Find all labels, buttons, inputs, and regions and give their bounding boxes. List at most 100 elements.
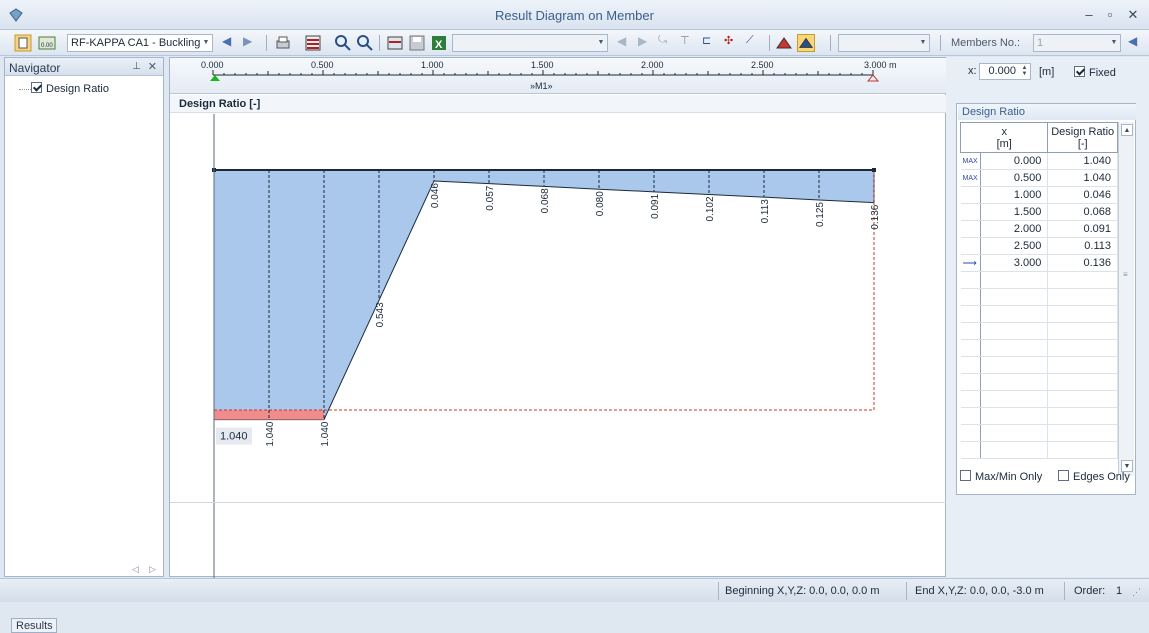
chevron-down-icon: ▼: [919, 39, 927, 46]
zoom-in-icon[interactable]: [334, 34, 352, 52]
case-combo-value: RF-KAPPA CA1 - Buckling: [71, 37, 201, 49]
col-ratio-unit: [-]: [1077, 137, 1088, 150]
pin-icon[interactable]: ⊥: [132, 61, 141, 72]
member-prev-icon[interactable]: ◀: [1128, 34, 1146, 52]
status-bar: Beginning X,Y,Z: 0.0, 0.0, 0.0 m End X,Y…: [0, 578, 1149, 602]
resize-grip-icon[interactable]: ⋰: [1132, 587, 1141, 598]
status-end: End X,Y,Z: 0.0, 0.0, -3.0 m: [915, 585, 1044, 597]
node-icon[interactable]: ✣: [724, 34, 742, 52]
maxmin-only-toggle[interactable]: Max/Min Only: [960, 470, 1042, 483]
line-icon[interactable]: ⟋: [746, 34, 764, 52]
maximize-icon[interactable]: ▫: [1101, 7, 1119, 23]
table-row[interactable]: [960, 356, 1118, 374]
fixed-toggle[interactable]: Fixed: [1074, 66, 1116, 79]
nav-scroll-left-icon[interactable]: ◁: [132, 564, 139, 575]
zoom-out-icon[interactable]: [356, 34, 374, 52]
table-row[interactable]: MAX 0.500 1.040: [960, 169, 1118, 187]
table-row[interactable]: [960, 339, 1118, 357]
results-mode-icon[interactable]: [797, 34, 815, 52]
cell-ratio: [1047, 407, 1118, 425]
values-table-icon[interactable]: 0.00: [38, 34, 56, 52]
value-label: 0.136: [870, 204, 881, 229]
close-panel-icon[interactable]: ✕: [148, 60, 157, 73]
design-ratio-checkbox[interactable]: [31, 82, 42, 93]
fixed-checkbox[interactable]: [1074, 66, 1085, 77]
table-row[interactable]: 2.000 0.091: [960, 220, 1118, 238]
table-row[interactable]: [960, 288, 1118, 306]
cell-x: 2.000: [980, 220, 1049, 238]
x-unit: [m]: [1039, 66, 1055, 78]
rotate-icon[interactable]: ⤿: [658, 34, 676, 52]
table-row[interactable]: 2.500 0.113: [960, 237, 1118, 255]
tab-results[interactable]: Results: [11, 618, 57, 633]
table-row[interactable]: [960, 373, 1118, 391]
ruler-label-6: 3.000 m: [864, 60, 897, 70]
cell-ratio: [1047, 322, 1118, 340]
smooth-icon[interactable]: [775, 34, 793, 52]
previous-case-icon[interactable]: ◀: [222, 34, 240, 52]
status-order-label: Order:: [1074, 585, 1106, 597]
chevron-down-icon: ▼: [202, 39, 210, 46]
members-value: 1: [1037, 37, 1044, 49]
row-marker: [960, 390, 981, 408]
spinner-icon[interactable]: ▲ ▼: [1020, 65, 1029, 78]
navigator-item-design-ratio[interactable]: Design Ratio: [31, 82, 109, 95]
next-item-icon[interactable]: ▶: [638, 34, 656, 52]
ruler-label-5: 2.500: [751, 60, 774, 70]
results-table-title: Design Ratio: [958, 104, 1136, 120]
table-row[interactable]: 1.500 0.068: [960, 203, 1118, 221]
member-results-icon[interactable]: [386, 34, 404, 52]
support-icon[interactable]: ⊤: [680, 34, 698, 52]
cell-x: 3.000: [980, 254, 1049, 272]
navigator-header: Navigator ⊥ ✕: [5, 58, 163, 76]
close-icon[interactable]: ✕: [1124, 7, 1142, 23]
design-ratio-table-box: Design Ratio x [m] Design Ratio [-] MAX 0.0…: [956, 103, 1136, 495]
end-marker-icon: [866, 74, 880, 82]
navigator-toggle-icon[interactable]: [14, 34, 32, 52]
x-position-input[interactable]: 0.000 ▲ ▼: [979, 63, 1031, 80]
window-title: Result Diagram on Member: [495, 8, 654, 23]
table-scrollbar[interactable]: ▲ ≡ ▼: [1118, 122, 1134, 476]
cell-x: 0.000: [980, 152, 1049, 170]
table-row[interactable]: [960, 424, 1118, 442]
display-options-icon[interactable]: [304, 34, 322, 52]
table-row[interactable]: 1.000 0.046: [960, 186, 1118, 204]
cell-x: [980, 288, 1049, 306]
value-label: 0.057: [485, 185, 496, 210]
member-ruler[interactable]: 0.000 0.500 1.000 1.500 2.000 2.500 3.00…: [170, 58, 947, 94]
filter-combo[interactable]: ▼: [452, 34, 608, 52]
results-panel: x: 0.000 ▲ ▼ [m] Fixed Design Ratio x [m] …: [946, 57, 1149, 577]
edges-checkbox[interactable]: [1058, 470, 1069, 481]
edges-only-toggle[interactable]: Edges Only: [1058, 470, 1130, 483]
table-row[interactable]: [960, 305, 1118, 323]
members-combo[interactable]: 1 ▼: [1033, 34, 1121, 52]
scroll-up-icon[interactable]: ▲: [1121, 124, 1133, 136]
next-case-icon[interactable]: ▶: [243, 34, 261, 52]
design-ratio-diagram[interactable]: 1.040 1.040 0.543 0.046 0.057 0.068 0.080 0.091…: [170, 114, 947, 578]
minimize-icon[interactable]: –: [1080, 7, 1098, 23]
nav-scroll-right-icon[interactable]: ▷: [149, 564, 156, 575]
table-row[interactable]: [960, 407, 1118, 425]
maxmin-checkbox[interactable]: [960, 470, 971, 481]
excel-export-icon[interactable]: X: [430, 34, 448, 52]
previous-item-icon[interactable]: ◀: [617, 34, 635, 52]
print-icon[interactable]: [274, 34, 292, 52]
table-row[interactable]: [960, 322, 1118, 340]
row-marker: [960, 441, 981, 459]
cell-ratio: 0.091: [1047, 220, 1118, 238]
table-row[interactable]: ⟶ 3.000 0.136: [960, 254, 1118, 272]
table-row[interactable]: [960, 441, 1118, 459]
table-row[interactable]: [960, 390, 1118, 408]
result-type-combo[interactable]: ▼: [838, 34, 930, 52]
results-table[interactable]: x [m] Design Ratio [-] MAX 0.000 1.040 MAX 0.5…: [959, 122, 1118, 459]
table-row[interactable]: MAX 0.000 1.040: [960, 152, 1118, 170]
row-marker: [960, 424, 981, 442]
table-row[interactable]: [960, 271, 1118, 289]
save-icon[interactable]: [408, 34, 426, 52]
value-label: 0.080: [595, 191, 606, 216]
case-combo[interactable]: RF-KAPPA CA1 - Buckling ▼: [67, 34, 213, 52]
row-marker: [960, 339, 981, 357]
row-marker: [960, 373, 981, 391]
hinge-icon[interactable]: ⊏: [702, 34, 720, 52]
col-x-unit: [m]: [996, 137, 1012, 150]
